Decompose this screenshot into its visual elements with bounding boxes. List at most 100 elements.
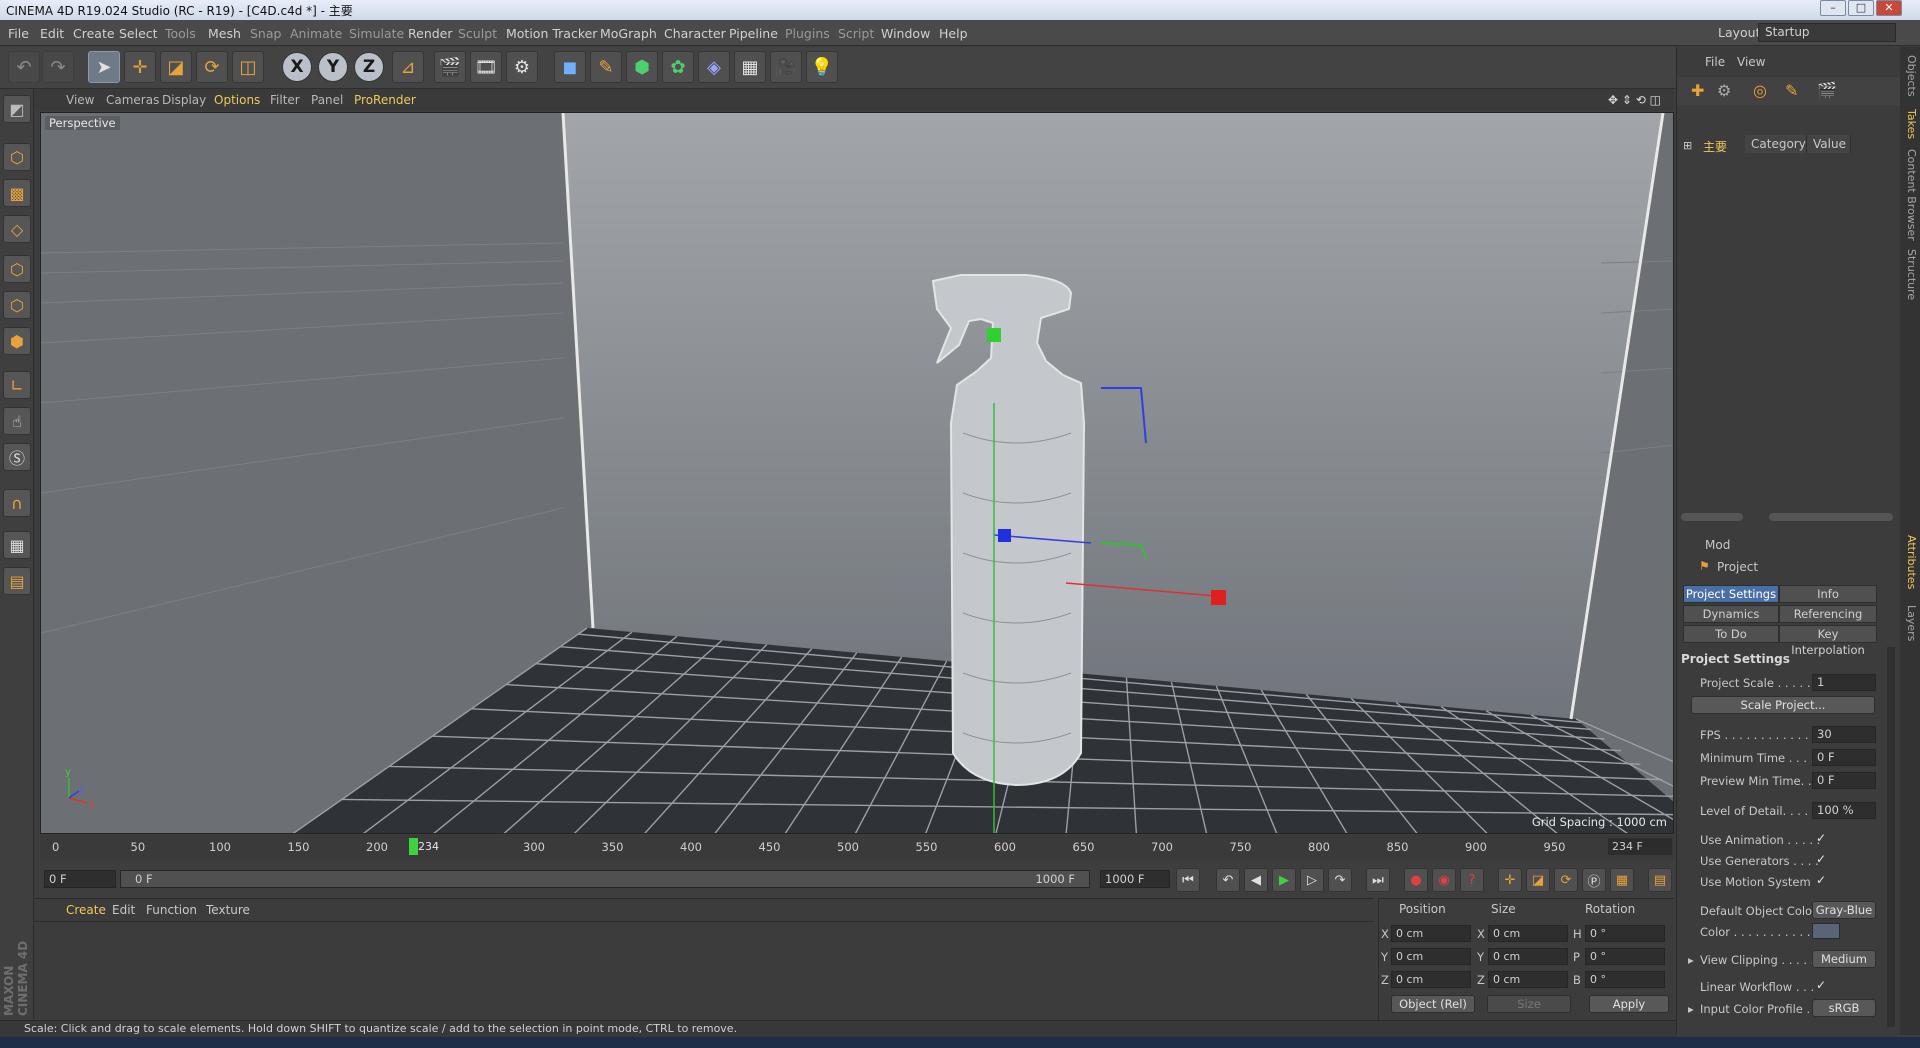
use-animation-checkbox[interactable]: ✓: [1816, 831, 1826, 845]
snap-icon[interactable]: Ⓢ: [3, 443, 31, 471]
x-axis-handle[interactable]: [1211, 590, 1226, 605]
attributes-scrollbar[interactable]: [1887, 647, 1895, 1027]
keyframe-selection-icon[interactable]: ?: [1460, 868, 1484, 892]
view-clipping-dropdown[interactable]: Medium: [1812, 950, 1876, 968]
main-take-label[interactable]: 主要: [1703, 138, 1727, 155]
project-scale-field[interactable]: 1: [1812, 674, 1876, 691]
default-object-color-dropdown[interactable]: Gray-Blue: [1812, 901, 1876, 919]
attributes-menu-mode[interactable]: Mod: [1705, 538, 1730, 552]
new-object-icon[interactable]: ✚: [1691, 81, 1704, 100]
take-icon[interactable]: ◎: [1753, 81, 1767, 100]
menu-edit[interactable]: Edit: [40, 26, 64, 41]
level-of-detail-field[interactable]: 100 %: [1812, 802, 1876, 819]
previous-key-icon[interactable]: ↶: [1216, 868, 1240, 892]
object-scrollbar-h2[interactable]: [1769, 513, 1893, 521]
undo-icon[interactable]: ↶: [8, 51, 40, 83]
maximize-button[interactable]: □: [1848, 0, 1874, 16]
viewport-menu-cameras[interactable]: Cameras: [106, 93, 159, 107]
menu-create[interactable]: Create: [73, 26, 115, 41]
scale-icon[interactable]: ◪: [160, 51, 192, 83]
scene-icon[interactable]: ⚙: [1717, 81, 1731, 100]
vtab-objects[interactable]: Objects: [1902, 55, 1918, 97]
pen-icon[interactable]: ✎: [590, 51, 622, 83]
light-icon[interactable]: 💡: [806, 51, 838, 83]
object-menu-view[interactable]: View: [1737, 55, 1765, 69]
fps-field[interactable]: 30: [1812, 726, 1876, 743]
timeline-playhead[interactable]: [409, 838, 418, 855]
rotation-b-field[interactable]: 0 °: [1585, 971, 1665, 988]
tab-info[interactable]: Info: [1779, 585, 1877, 603]
rotation-p-field[interactable]: 0 °: [1585, 948, 1665, 965]
coordinate-mode-dropdown[interactable]: Object (Rel): [1391, 995, 1475, 1013]
select-live-icon[interactable]: ➤: [88, 51, 120, 83]
perspective-viewport[interactable]: y z x Perspective Grid Spacing : 1000 cm: [40, 112, 1674, 834]
viewport-menu-view[interactable]: View: [66, 93, 94, 107]
viewport-menu-filter[interactable]: Filter: [270, 93, 300, 107]
menu-sculpt[interactable]: Sculpt: [458, 26, 497, 41]
polygons-mode-icon[interactable]: ⬢: [3, 327, 31, 355]
y-axis-icon[interactable]: Y: [318, 52, 348, 82]
start-frame-field[interactable]: 0 F: [44, 870, 116, 888]
key-parameter-icon[interactable]: Ⓟ: [1582, 868, 1606, 892]
color-swatch[interactable]: [1812, 923, 1840, 939]
subdivision-icon[interactable]: ⬢: [626, 51, 658, 83]
menu-file[interactable]: File: [8, 26, 29, 41]
menu-simulate[interactable]: Simulate: [349, 26, 404, 41]
vtab-takes[interactable]: Takes: [1902, 109, 1918, 139]
render-settings-icon[interactable]: ⚙: [506, 51, 538, 83]
viewport-menu-prorender[interactable]: ProRender: [354, 93, 416, 107]
object-menu-file[interactable]: File: [1705, 55, 1725, 69]
size-y-field[interactable]: 0 cm: [1488, 948, 1568, 965]
move-icon[interactable]: ✛: [124, 51, 156, 83]
use-generators-checkbox[interactable]: ✓: [1816, 852, 1826, 866]
preview-range-slider[interactable]: 0 F 1000 F: [120, 870, 1090, 888]
menu-select[interactable]: Select: [119, 26, 158, 41]
key-pla-icon[interactable]: ▦: [1610, 868, 1634, 892]
previous-frame-icon[interactable]: ◀: [1244, 868, 1268, 892]
material-menu-create[interactable]: Create: [66, 903, 106, 917]
cube-icon[interactable]: ◼: [554, 51, 586, 83]
viewport-nav-icons[interactable]: ✥ ⇕ ⟲ ◫: [1608, 93, 1661, 107]
texture-mode-icon[interactable]: ▩: [3, 179, 31, 207]
rotate-icon[interactable]: ⟳: [196, 51, 228, 83]
deformer-icon[interactable]: ◈: [698, 51, 730, 83]
menu-character[interactable]: Character: [664, 26, 726, 41]
close-button[interactable]: ✕: [1876, 0, 1902, 16]
viewport-menu-options[interactable]: Options: [214, 93, 260, 107]
floor-icon[interactable]: ▦: [734, 51, 766, 83]
render-view-icon[interactable]: 🎬: [434, 51, 466, 83]
tab-project-settings[interactable]: Project Settings: [1683, 585, 1779, 603]
go-to-start-icon[interactable]: ⏮: [1176, 868, 1200, 892]
scale-project-button[interactable]: Scale Project...: [1691, 696, 1875, 714]
minimum-time-field[interactable]: 0 F: [1812, 749, 1876, 766]
viewport-menu-panel[interactable]: Panel: [311, 93, 343, 107]
vtab-content-browser[interactable]: Content Browser: [1902, 149, 1918, 241]
vtab-layers[interactable]: Layers: [1902, 605, 1918, 641]
preview-min-time-field[interactable]: 0 F: [1812, 772, 1876, 789]
view-clipping-expand-icon[interactable]: ▸: [1688, 953, 1694, 967]
menu-tools[interactable]: Tools: [165, 26, 196, 41]
apply-button[interactable]: Apply: [1589, 995, 1669, 1013]
points-mode-icon[interactable]: ⬡: [3, 255, 31, 283]
go-to-end-icon[interactable]: ⏭: [1366, 868, 1390, 892]
x-axis-icon[interactable]: X: [282, 52, 312, 82]
viewport-menu-display[interactable]: Display: [162, 93, 206, 107]
menu-pipeline[interactable]: Pipeline: [729, 26, 778, 41]
magnet-icon[interactable]: ∩: [3, 489, 31, 517]
solo-icon[interactable]: ▤: [3, 567, 31, 595]
position-y-field[interactable]: 0 cm: [1391, 948, 1471, 965]
timeline-window-icon[interactable]: ▤: [1648, 868, 1672, 892]
end-frame-field[interactable]: 1000 F: [1100, 870, 1170, 888]
menu-mograph[interactable]: MoGraph: [600, 26, 657, 41]
vtab-structure[interactable]: Structure: [1902, 249, 1918, 300]
size-x-field[interactable]: 0 cm: [1488, 925, 1568, 942]
menu-window[interactable]: Window: [881, 26, 930, 41]
next-key-icon[interactable]: ↷: [1328, 868, 1352, 892]
render-picture-viewer-icon[interactable]: 🎞: [470, 51, 502, 83]
z-axis-handle[interactable]: [998, 529, 1011, 542]
record-keys-icon[interactable]: ●: [1404, 868, 1428, 892]
menu-plugins[interactable]: Plugins: [785, 26, 830, 41]
material-menu-edit[interactable]: Edit: [112, 903, 135, 917]
axis-mode-icon[interactable]: ∟: [3, 371, 31, 399]
take-expand-icon[interactable]: ⊞: [1683, 139, 1692, 152]
